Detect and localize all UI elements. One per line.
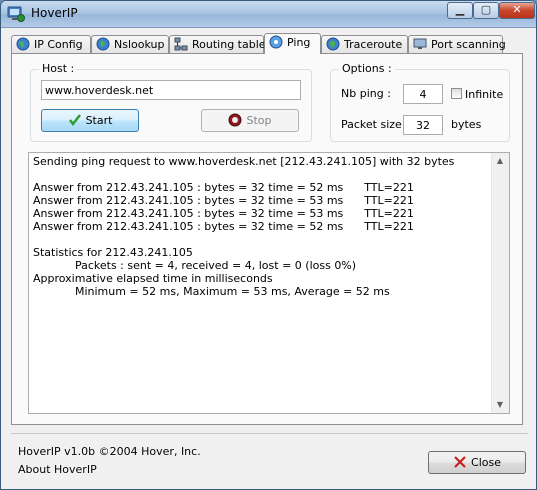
host-group: Host : Start Stop [30,62,312,142]
infinite-label: Infinite [465,88,504,101]
footer-divider [11,433,528,434]
close-window-button[interactable]: ✕ [499,2,535,19]
about-link[interactable]: About HoverIP [18,463,97,476]
close-button-label: Close [471,456,501,469]
globe-icon [326,37,340,51]
options-group-label: Options : [339,62,395,75]
output-line: Answer from 212.43.241.105 : bytes = 32 … [33,181,414,194]
nb-ping-input[interactable] [403,84,443,104]
output-scrollbar[interactable]: ▲ ▼ [491,153,509,413]
checkmark-icon [68,114,81,127]
footer: HoverIP v1.0b ©2004 Hover, Inc. About Ho… [1,433,536,489]
nb-ping-label: Nb ping : [341,87,391,100]
output-line: Statistics for 212.43.241.105 [33,246,193,259]
stop-button[interactable]: Stop [201,109,299,132]
packet-size-input[interactable] [403,115,443,135]
stop-button-label: Stop [246,114,272,127]
output-text: Sending ping request to www.hoverdesk.ne… [33,155,491,298]
close-icon [454,456,466,468]
ping-output[interactable]: Sending ping request to www.hoverdesk.ne… [28,152,510,414]
output-line: Approximative elapsed time in millisecon… [33,272,273,285]
tab-traceroute[interactable]: Traceroute [321,35,408,53]
packet-size-unit: bytes [451,118,482,131]
scroll-down-icon[interactable]: ▼ [492,397,508,413]
output-line: Answer from 212.43.241.105 : bytes = 32 … [33,220,414,233]
output-line: Sending ping request to www.hoverdesk.ne… [33,155,455,168]
tab-label: IP Config [34,38,83,51]
output-line: Minimum = 52 ms, Maximum = 53 ms, Averag… [33,285,390,298]
app-window: HoverIP ▁ ▢ ✕ IP Config Nslookup Routing… [0,0,537,490]
infinite-checkbox[interactable] [451,88,462,99]
packet-size-label: Packet size : [341,118,410,131]
output-line: Answer from 212.43.241.105 : bytes = 32 … [33,194,414,207]
tab-label: Routing table [192,38,266,51]
ping-icon [269,35,283,49]
tab-ping[interactable]: Ping [264,33,321,54]
options-group: Options : Nb ping : Infinite Packet size… [330,62,510,142]
globe-icon [96,37,110,51]
monitor-icon [413,38,427,49]
ping-panel: Host : Start Stop Options : Nb ping : In… [11,53,523,425]
stop-icon [228,113,242,127]
tab-label: Port scanning [431,38,506,51]
host-group-label: Host : [39,62,78,75]
tab-label: Traceroute [344,38,403,51]
network-icon [174,37,188,51]
start-button-label: Start [85,114,113,127]
title-bar[interactable]: HoverIP ▁ ▢ ✕ [1,1,536,28]
tab-ip-config[interactable]: IP Config [11,35,91,53]
window-title: HoverIP [31,6,78,20]
tab-label: Nslookup [114,38,165,51]
tab-nslookup[interactable]: Nslookup [91,35,169,53]
scroll-up-icon[interactable]: ▲ [492,153,508,169]
maximize-button[interactable]: ▢ [473,2,499,19]
app-icon [7,6,25,22]
host-input[interactable] [41,80,301,100]
tab-port-scanning[interactable]: Port scanning [408,35,506,53]
version-text: HoverIP v1.0b ©2004 Hover, Inc. [18,445,201,458]
tab-routing-table[interactable]: Routing table [169,35,266,53]
tab-label: Ping [287,36,311,49]
start-button[interactable]: Start [41,109,139,132]
output-line: Answer from 212.43.241.105 : bytes = 32 … [33,207,414,220]
output-line: Packets : sent = 4, received = 4, lost =… [33,259,357,272]
minimize-button[interactable]: ▁ [447,2,473,19]
close-button[interactable]: Close [428,451,526,474]
globe-icon [16,37,30,51]
